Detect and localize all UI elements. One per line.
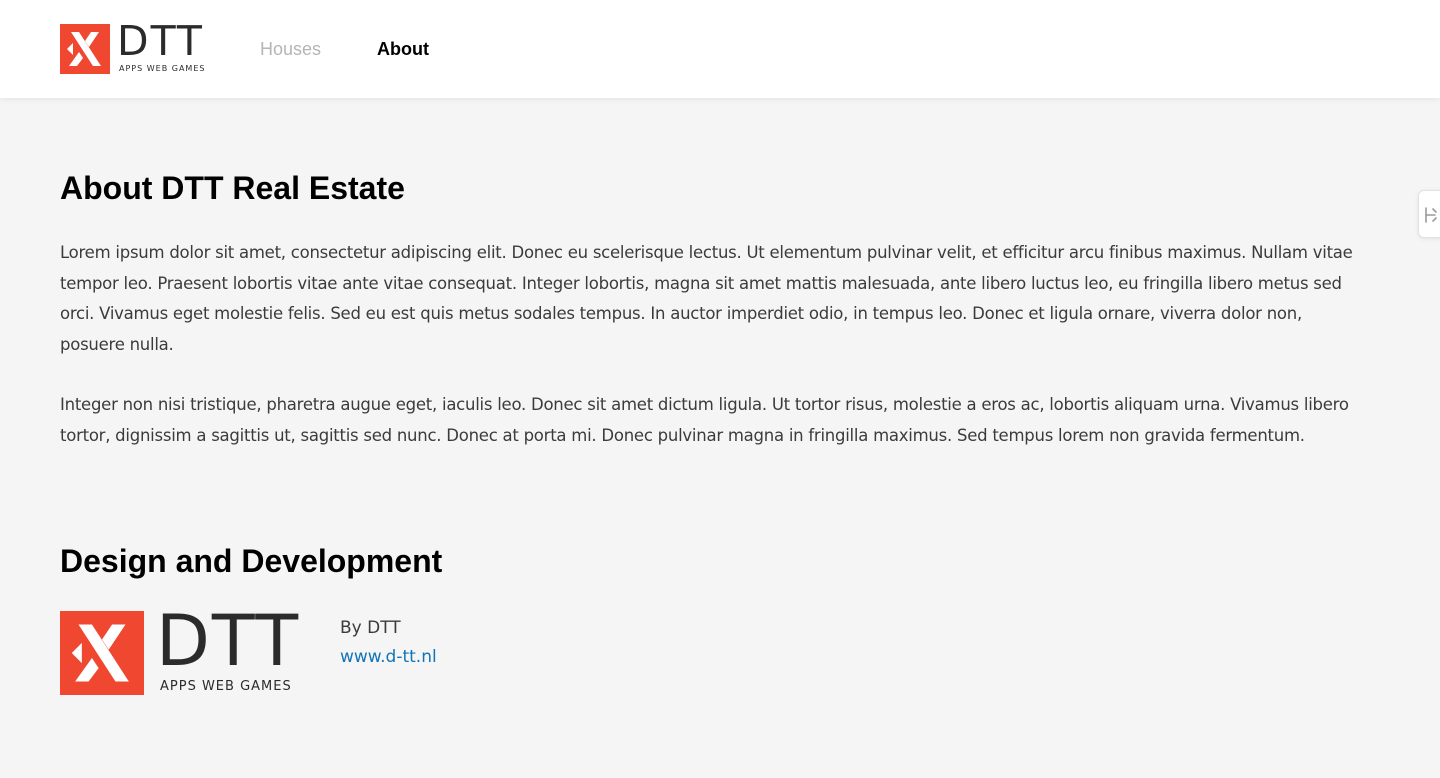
dtt-x-logo-icon (60, 611, 144, 695)
credit-by-text: By DTT (340, 618, 401, 638)
nav-item-about[interactable]: About (377, 37, 429, 61)
extension-handle-icon (1425, 207, 1437, 223)
site-header: DTT APPS WEB GAMES Houses About (0, 0, 1440, 98)
header-logo[interactable]: DTT APPS WEB GAMES (60, 19, 212, 74)
logo-wordmark: DTT (156, 600, 301, 682)
nav-item-houses[interactable]: Houses (260, 37, 321, 61)
about-paragraph: Integer non nisi tristique, pharetra aug… (60, 395, 1349, 445)
design-section-title: Design and Development (60, 543, 443, 579)
dtt-x-logo-icon (60, 24, 110, 74)
logo-wordmark: DTT (117, 17, 204, 65)
about-paragraph: Lorem ipsum dolor sit amet, consectetur … (60, 243, 1353, 355)
logo-tagline: APPS WEB GAMES (160, 679, 292, 694)
dtt-website-link[interactable]: www.d-tt.nl (340, 646, 437, 668)
logo-tagline: APPS WEB GAMES (119, 64, 206, 73)
page-title: About DTT Real Estate (60, 170, 405, 206)
side-panel-tab[interactable] (1418, 190, 1440, 238)
dtt-large-logo: DTT APPS WEB GAMES (60, 604, 315, 695)
